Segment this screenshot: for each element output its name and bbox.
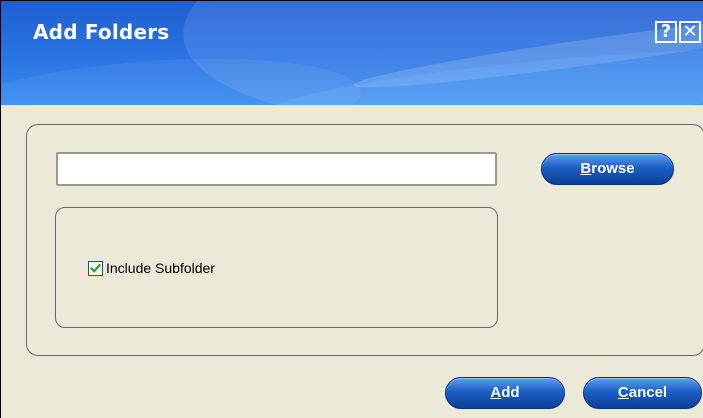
cancel-mnemonic: C — [617, 384, 629, 401]
cancel-button[interactable]: Cancel — [583, 377, 702, 409]
browse-button[interactable]: Browse — [541, 153, 674, 185]
close-icon: ✕ — [682, 21, 698, 42]
title-bar: Add Folders ? ✕ — [1, 1, 703, 105]
include-subfolder-option[interactable]: Include Subfolder — [88, 260, 215, 276]
add-folders-dialog: Add Folders ? ✕ Browse Include Subfolder… — [0, 0, 703, 418]
browse-mnemonic: B — [580, 160, 592, 177]
checkmark-icon — [90, 263, 101, 273]
include-subfolder-checkbox[interactable] — [88, 260, 103, 276]
close-button[interactable]: ✕ — [679, 21, 701, 43]
folder-path-input[interactable] — [56, 152, 497, 186]
dialog-title: Add Folders — [33, 20, 170, 44]
add-mnemonic: A — [490, 384, 502, 401]
help-button[interactable]: ? — [655, 21, 677, 43]
help-icon: ? — [660, 21, 672, 42]
add-label: dd — [501, 384, 520, 401]
include-subfolder-label: Include Subfolder — [106, 260, 215, 276]
cancel-label: ancel — [628, 384, 668, 401]
browse-label: rowse — [591, 160, 635, 177]
add-button[interactable]: Add — [445, 377, 565, 409]
